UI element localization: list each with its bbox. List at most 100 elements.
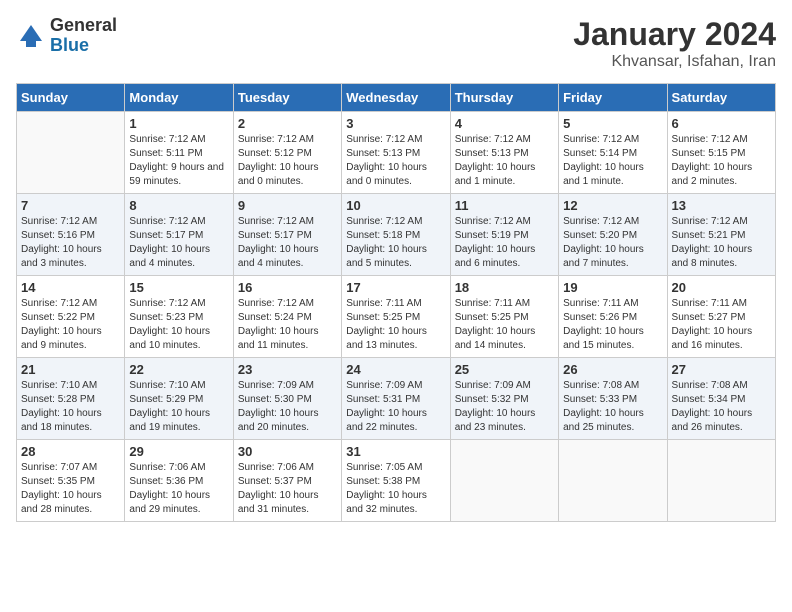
- day-number: 24: [346, 362, 445, 377]
- day-info: Sunrise: 7:12 AMSunset: 5:17 PMDaylight:…: [129, 215, 228, 271]
- day-info: Sunrise: 7:09 AMSunset: 5:31 PMDaylight:…: [346, 379, 445, 435]
- day-number: 7: [21, 198, 120, 213]
- calendar-title: January 2024: [573, 16, 776, 53]
- day-info: Sunrise: 7:11 AMSunset: 5:25 PMDaylight:…: [346, 297, 445, 353]
- day-number: 18: [455, 280, 554, 295]
- day-header-thursday: Thursday: [450, 84, 558, 112]
- day-number: 30: [238, 444, 337, 459]
- calendar-cell: 31 Sunrise: 7:05 AMSunset: 5:38 PMDayligh…: [342, 440, 450, 522]
- day-info: Sunrise: 7:12 AMSunset: 5:18 PMDaylight:…: [346, 215, 445, 271]
- day-number: 28: [21, 444, 120, 459]
- day-info: Sunrise: 7:12 AMSunset: 5:13 PMDaylight:…: [346, 133, 445, 189]
- day-info: Sunrise: 7:06 AMSunset: 5:37 PMDaylight:…: [238, 461, 337, 517]
- day-number: 13: [672, 198, 771, 213]
- day-info: Sunrise: 7:11 AMSunset: 5:27 PMDaylight:…: [672, 297, 771, 353]
- calendar-cell: 25Sunrise: 7:09 AMSunset: 5:32 PMDayligh…: [450, 358, 558, 440]
- calendar-cell: 6 Sunrise: 7:12 AMSunset: 5:15 PMDaylight…: [667, 112, 775, 194]
- week-row-2: 7 Sunrise: 7:12 AMSunset: 5:16 PMDaylight…: [17, 194, 776, 276]
- calendar-cell: 8 Sunrise: 7:12 AMSunset: 5:17 PMDaylight…: [125, 194, 233, 276]
- day-number: 26: [563, 362, 662, 377]
- day-info: Sunrise: 7:12 AMSunset: 5:20 PMDaylight:…: [563, 215, 662, 271]
- day-info: Sunrise: 7:12 AMSunset: 5:14 PMDaylight:…: [563, 133, 662, 189]
- calendar-cell: 2Sunrise: 7:12 AMSunset: 5:12 PMDaylight…: [233, 112, 341, 194]
- day-number: 3: [346, 116, 445, 131]
- day-info: Sunrise: 7:08 AMSunset: 5:34 PMDaylight:…: [672, 379, 771, 435]
- day-info: Sunrise: 7:12 AMSunset: 5:21 PMDaylight:…: [672, 215, 771, 271]
- calendar-cell: 19 Sunrise: 7:11 AMSunset: 5:26 PMDayligh…: [559, 276, 667, 358]
- day-number: 9: [238, 198, 337, 213]
- day-info: Sunrise: 7:12 AMSunset: 5:11 PMDaylight:…: [129, 133, 228, 189]
- calendar-cell: 26 Sunrise: 7:08 AMSunset: 5:33 PMDayligh…: [559, 358, 667, 440]
- calendar-cell: 15Sunrise: 7:12 AMSunset: 5:23 PMDayligh…: [125, 276, 233, 358]
- day-info: Sunrise: 7:12 AMSunset: 5:16 PMDaylight:…: [21, 215, 120, 271]
- day-header-saturday: Saturday: [667, 84, 775, 112]
- day-number: 8: [129, 198, 228, 213]
- day-info: Sunrise: 7:10 AMSunset: 5:29 PMDaylight:…: [129, 379, 228, 435]
- calendar-cell: 16 Sunrise: 7:12 AMSunset: 5:24 PMDayligh…: [233, 276, 341, 358]
- day-info: Sunrise: 7:12 AMSunset: 5:24 PMDaylight:…: [238, 297, 337, 353]
- calendar-cell: 30 Sunrise: 7:06 AMSunset: 5:37 PMDayligh…: [233, 440, 341, 522]
- calendar-cell: 29 Sunrise: 7:06 AMSunset: 5:36 PMDayligh…: [125, 440, 233, 522]
- day-number: 23: [238, 362, 337, 377]
- day-info: Sunrise: 7:12 AMSunset: 5:13 PMDaylight:…: [455, 133, 554, 189]
- day-number: 22: [129, 362, 228, 377]
- day-number: 1: [129, 116, 228, 131]
- calendar-cell: 28 Sunrise: 7:07 AMSunset: 5:35 PMDayligh…: [17, 440, 125, 522]
- calendar-cell: 5 Sunrise: 7:12 AMSunset: 5:14 PMDaylight…: [559, 112, 667, 194]
- day-number: 6: [672, 116, 771, 131]
- day-number: 29: [129, 444, 228, 459]
- calendar-cell: 11 Sunrise: 7:12 AMSunset: 5:19 PMDayligh…: [450, 194, 558, 276]
- day-info: Sunrise: 7:05 AMSunset: 5:38 PMDaylight:…: [346, 461, 445, 517]
- calendar-subtitle: Khvansar, Isfahan, Iran: [573, 53, 776, 71]
- calendar-cell: 13 Sunrise: 7:12 AMSunset: 5:21 PMDayligh…: [667, 194, 775, 276]
- day-info: Sunrise: 7:12 AMSunset: 5:12 PMDaylight:…: [238, 133, 337, 189]
- week-row-1: 1 Sunrise: 7:12 AMSunset: 5:11 PMDaylight…: [17, 112, 776, 194]
- day-info: Sunrise: 7:09 AMSunset: 5:30 PMDaylight:…: [238, 379, 337, 435]
- day-number: 21: [21, 362, 120, 377]
- day-info: Sunrise: 7:12 AMSunset: 5:15 PMDaylight:…: [672, 133, 771, 189]
- calendar-cell: 18 Sunrise: 7:11 AMSunset: 5:25 PMDayligh…: [450, 276, 558, 358]
- day-number: 11: [455, 198, 554, 213]
- days-header-row: SundayMondayTuesdayWednesdayThursdayFrid…: [17, 84, 776, 112]
- day-header-sunday: Sunday: [17, 84, 125, 112]
- day-number: 31: [346, 444, 445, 459]
- day-number: 16: [238, 280, 337, 295]
- calendar-cell: 24 Sunrise: 7:09 AMSunset: 5:31 PMDayligh…: [342, 358, 450, 440]
- day-header-monday: Monday: [125, 84, 233, 112]
- day-number: 5: [563, 116, 662, 131]
- day-info: Sunrise: 7:07 AMSunset: 5:35 PMDaylight:…: [21, 461, 120, 517]
- calendar-cell: [667, 440, 775, 522]
- day-number: 12: [563, 198, 662, 213]
- day-info: Sunrise: 7:06 AMSunset: 5:36 PMDaylight:…: [129, 461, 228, 517]
- day-info: Sunrise: 7:11 AMSunset: 5:26 PMDaylight:…: [563, 297, 662, 353]
- calendar-cell: 9Sunrise: 7:12 AMSunset: 5:17 PMDaylight…: [233, 194, 341, 276]
- calendar-cell: [559, 440, 667, 522]
- calendar-cell: 23 Sunrise: 7:09 AMSunset: 5:30 PMDayligh…: [233, 358, 341, 440]
- calendar-cell: [450, 440, 558, 522]
- calendar-table: SundayMondayTuesdayWednesdayThursdayFrid…: [16, 83, 776, 522]
- calendar-cell: 22 Sunrise: 7:10 AMSunset: 5:29 PMDayligh…: [125, 358, 233, 440]
- day-info: Sunrise: 7:08 AMSunset: 5:33 PMDaylight:…: [563, 379, 662, 435]
- week-row-5: 28 Sunrise: 7:07 AMSunset: 5:35 PMDayligh…: [17, 440, 776, 522]
- calendar-cell: 27 Sunrise: 7:08 AMSunset: 5:34 PMDayligh…: [667, 358, 775, 440]
- day-header-friday: Friday: [559, 84, 667, 112]
- day-number: 19: [563, 280, 662, 295]
- logo: General Blue: [16, 16, 117, 56]
- logo-icon: [16, 21, 46, 51]
- day-number: 20: [672, 280, 771, 295]
- day-info: Sunrise: 7:11 AMSunset: 5:25 PMDaylight:…: [455, 297, 554, 353]
- week-row-3: 14Sunrise: 7:12 AMSunset: 5:22 PMDayligh…: [17, 276, 776, 358]
- title-block: January 2024 Khvansar, Isfahan, Iran: [573, 16, 776, 71]
- page-header: General Blue January 2024 Khvansar, Isfa…: [16, 16, 776, 71]
- day-number: 27: [672, 362, 771, 377]
- day-header-tuesday: Tuesday: [233, 84, 341, 112]
- day-info: Sunrise: 7:12 AMSunset: 5:19 PMDaylight:…: [455, 215, 554, 271]
- calendar-cell: 4Sunrise: 7:12 AMSunset: 5:13 PMDaylight…: [450, 112, 558, 194]
- calendar-cell: [17, 112, 125, 194]
- calendar-cell: 12 Sunrise: 7:12 AMSunset: 5:20 PMDayligh…: [559, 194, 667, 276]
- day-header-wednesday: Wednesday: [342, 84, 450, 112]
- day-number: 14: [21, 280, 120, 295]
- day-number: 17: [346, 280, 445, 295]
- calendar-cell: 7 Sunrise: 7:12 AMSunset: 5:16 PMDaylight…: [17, 194, 125, 276]
- calendar-cell: 3 Sunrise: 7:12 AMSunset: 5:13 PMDaylight…: [342, 112, 450, 194]
